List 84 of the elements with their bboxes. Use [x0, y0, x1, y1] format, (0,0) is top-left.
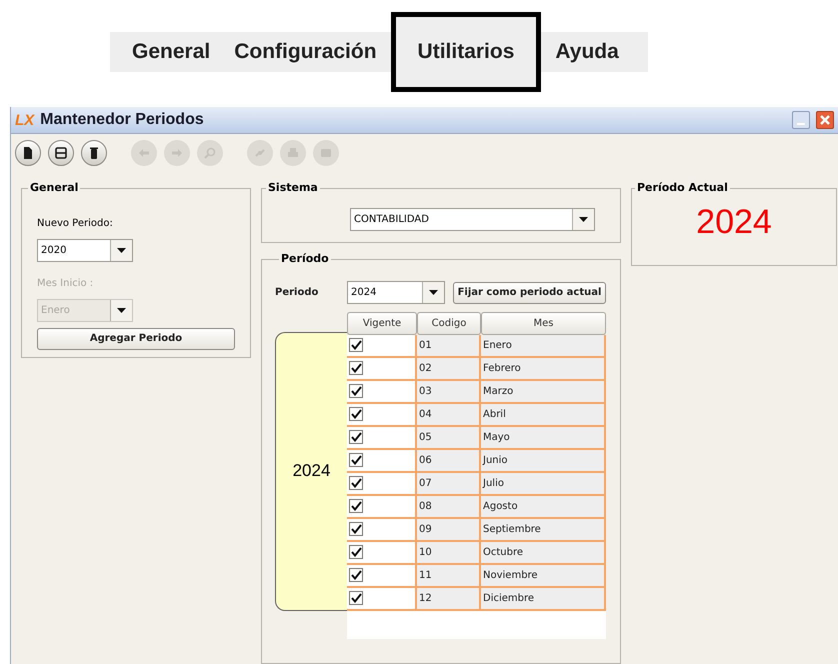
table-cell: Noviembre: [481, 564, 606, 586]
field-label: Nuevo Periodo:: [37, 216, 114, 230]
table-cell: 04: [417, 404, 481, 424]
table-cell: 08: [417, 496, 481, 516]
checkbox[interactable]: [349, 453, 363, 467]
menu-item[interactable]: Utilitarios: [390, 12, 542, 92]
checkbox[interactable]: [349, 476, 363, 490]
panel-title: Sistema: [267, 180, 319, 196]
checkbox[interactable]: [349, 568, 363, 582]
period-tab[interactable]: 2024: [275, 332, 347, 610]
table-cell: 07: [417, 472, 481, 494]
checkmark-icon: [350, 524, 362, 534]
window-title: Mantenedor Periodos: [40, 112, 204, 128]
checkbox[interactable]: [349, 430, 363, 444]
table-cell: Diciembre: [481, 588, 606, 608]
table-cell: Enero: [481, 334, 606, 356]
panel-title: Período: [280, 251, 330, 267]
close-icon: [820, 115, 830, 125]
table-cell: Febrero: [481, 358, 606, 378]
field-label: Periodo: [275, 286, 320, 300]
table-cell: Septiembre: [481, 518, 606, 540]
search-icon: [202, 145, 218, 161]
checkbox[interactable]: [349, 407, 363, 421]
menu-item[interactable]: Configuración: [224, 36, 387, 68]
checkbox[interactable]: [349, 361, 363, 375]
dropdown-arrow-icon: [117, 248, 126, 252]
table-cell: Julio: [481, 472, 606, 494]
minimize-icon: [797, 123, 805, 125]
current-period: 2024: [696, 204, 772, 242]
agregar-periodo-button[interactable]: Agregar Periodo: [37, 328, 235, 350]
checkbox[interactable]: [349, 591, 363, 605]
checkbox[interactable]: [349, 545, 363, 559]
panel-title: General: [29, 180, 80, 196]
menu-item[interactable]: Ayuda: [545, 36, 629, 68]
dropdown[interactable]: CONTABILIDAD: [350, 208, 595, 230]
checkmark-icon: [350, 432, 362, 442]
field-label: Mes Inicio :: [37, 276, 94, 290]
checkmark-icon: [350, 593, 362, 603]
checkmark-icon: [350, 386, 362, 396]
checkmark-icon: [350, 363, 362, 373]
checkbox[interactable]: [349, 338, 363, 352]
minimize-button[interactable]: [792, 111, 810, 129]
column-header[interactable]: Codigo: [417, 312, 481, 334]
checkmark-icon: [350, 340, 362, 350]
column-header[interactable]: Mes: [481, 312, 606, 334]
dropdown[interactable]: 2020: [37, 238, 133, 262]
table-cell: 11: [417, 564, 481, 586]
dropdown-arrow-icon: [429, 290, 438, 295]
menu-item[interactable]: General: [122, 36, 220, 68]
dropdown[interactable]: 2024: [347, 281, 445, 304]
checkmark-icon: [350, 501, 362, 511]
checkbox[interactable]: [349, 499, 363, 513]
dropdown-arrow-icon: [117, 308, 126, 312]
table-cell: 03: [417, 380, 481, 402]
close-button[interactable]: [816, 111, 834, 129]
column-header[interactable]: Vigente: [347, 312, 417, 334]
table-cell: 02: [417, 358, 481, 378]
toolbar-button[interactable]: [15, 140, 41, 166]
table-cell: Octubre: [481, 542, 606, 562]
toolbar-button[interactable]: [81, 140, 107, 166]
dropdown-arrow-icon: [579, 216, 588, 222]
table-cell: 09: [417, 518, 481, 540]
save-icon: [53, 145, 69, 161]
app-logo: LX: [15, 112, 34, 128]
toolbar-button[interactable]: [48, 140, 74, 166]
table-cell: Junio: [481, 450, 606, 470]
checkmark-icon: [350, 570, 362, 580]
table-cell: Mayo: [481, 426, 606, 448]
table-cell: Agosto: [481, 496, 606, 516]
checkmark-icon: [350, 547, 362, 557]
checkbox[interactable]: [349, 384, 363, 398]
checkbox[interactable]: [349, 522, 363, 536]
checkmark-icon: [350, 478, 362, 488]
checkmark-icon: [350, 455, 362, 465]
table-cell: 06: [417, 450, 481, 470]
table-cell: 01: [417, 334, 481, 356]
table-cell: 05: [417, 426, 481, 448]
table-cell: Abril: [481, 404, 606, 424]
table-cell: Marzo: [481, 380, 606, 402]
checkmark-icon: [350, 409, 362, 419]
table-cell: 10: [417, 542, 481, 562]
set-current-period-button[interactable]: Fijar como periodo actual: [453, 282, 606, 304]
panel-title: Período Actual: [636, 180, 729, 196]
table-cell: 12: [417, 588, 481, 608]
